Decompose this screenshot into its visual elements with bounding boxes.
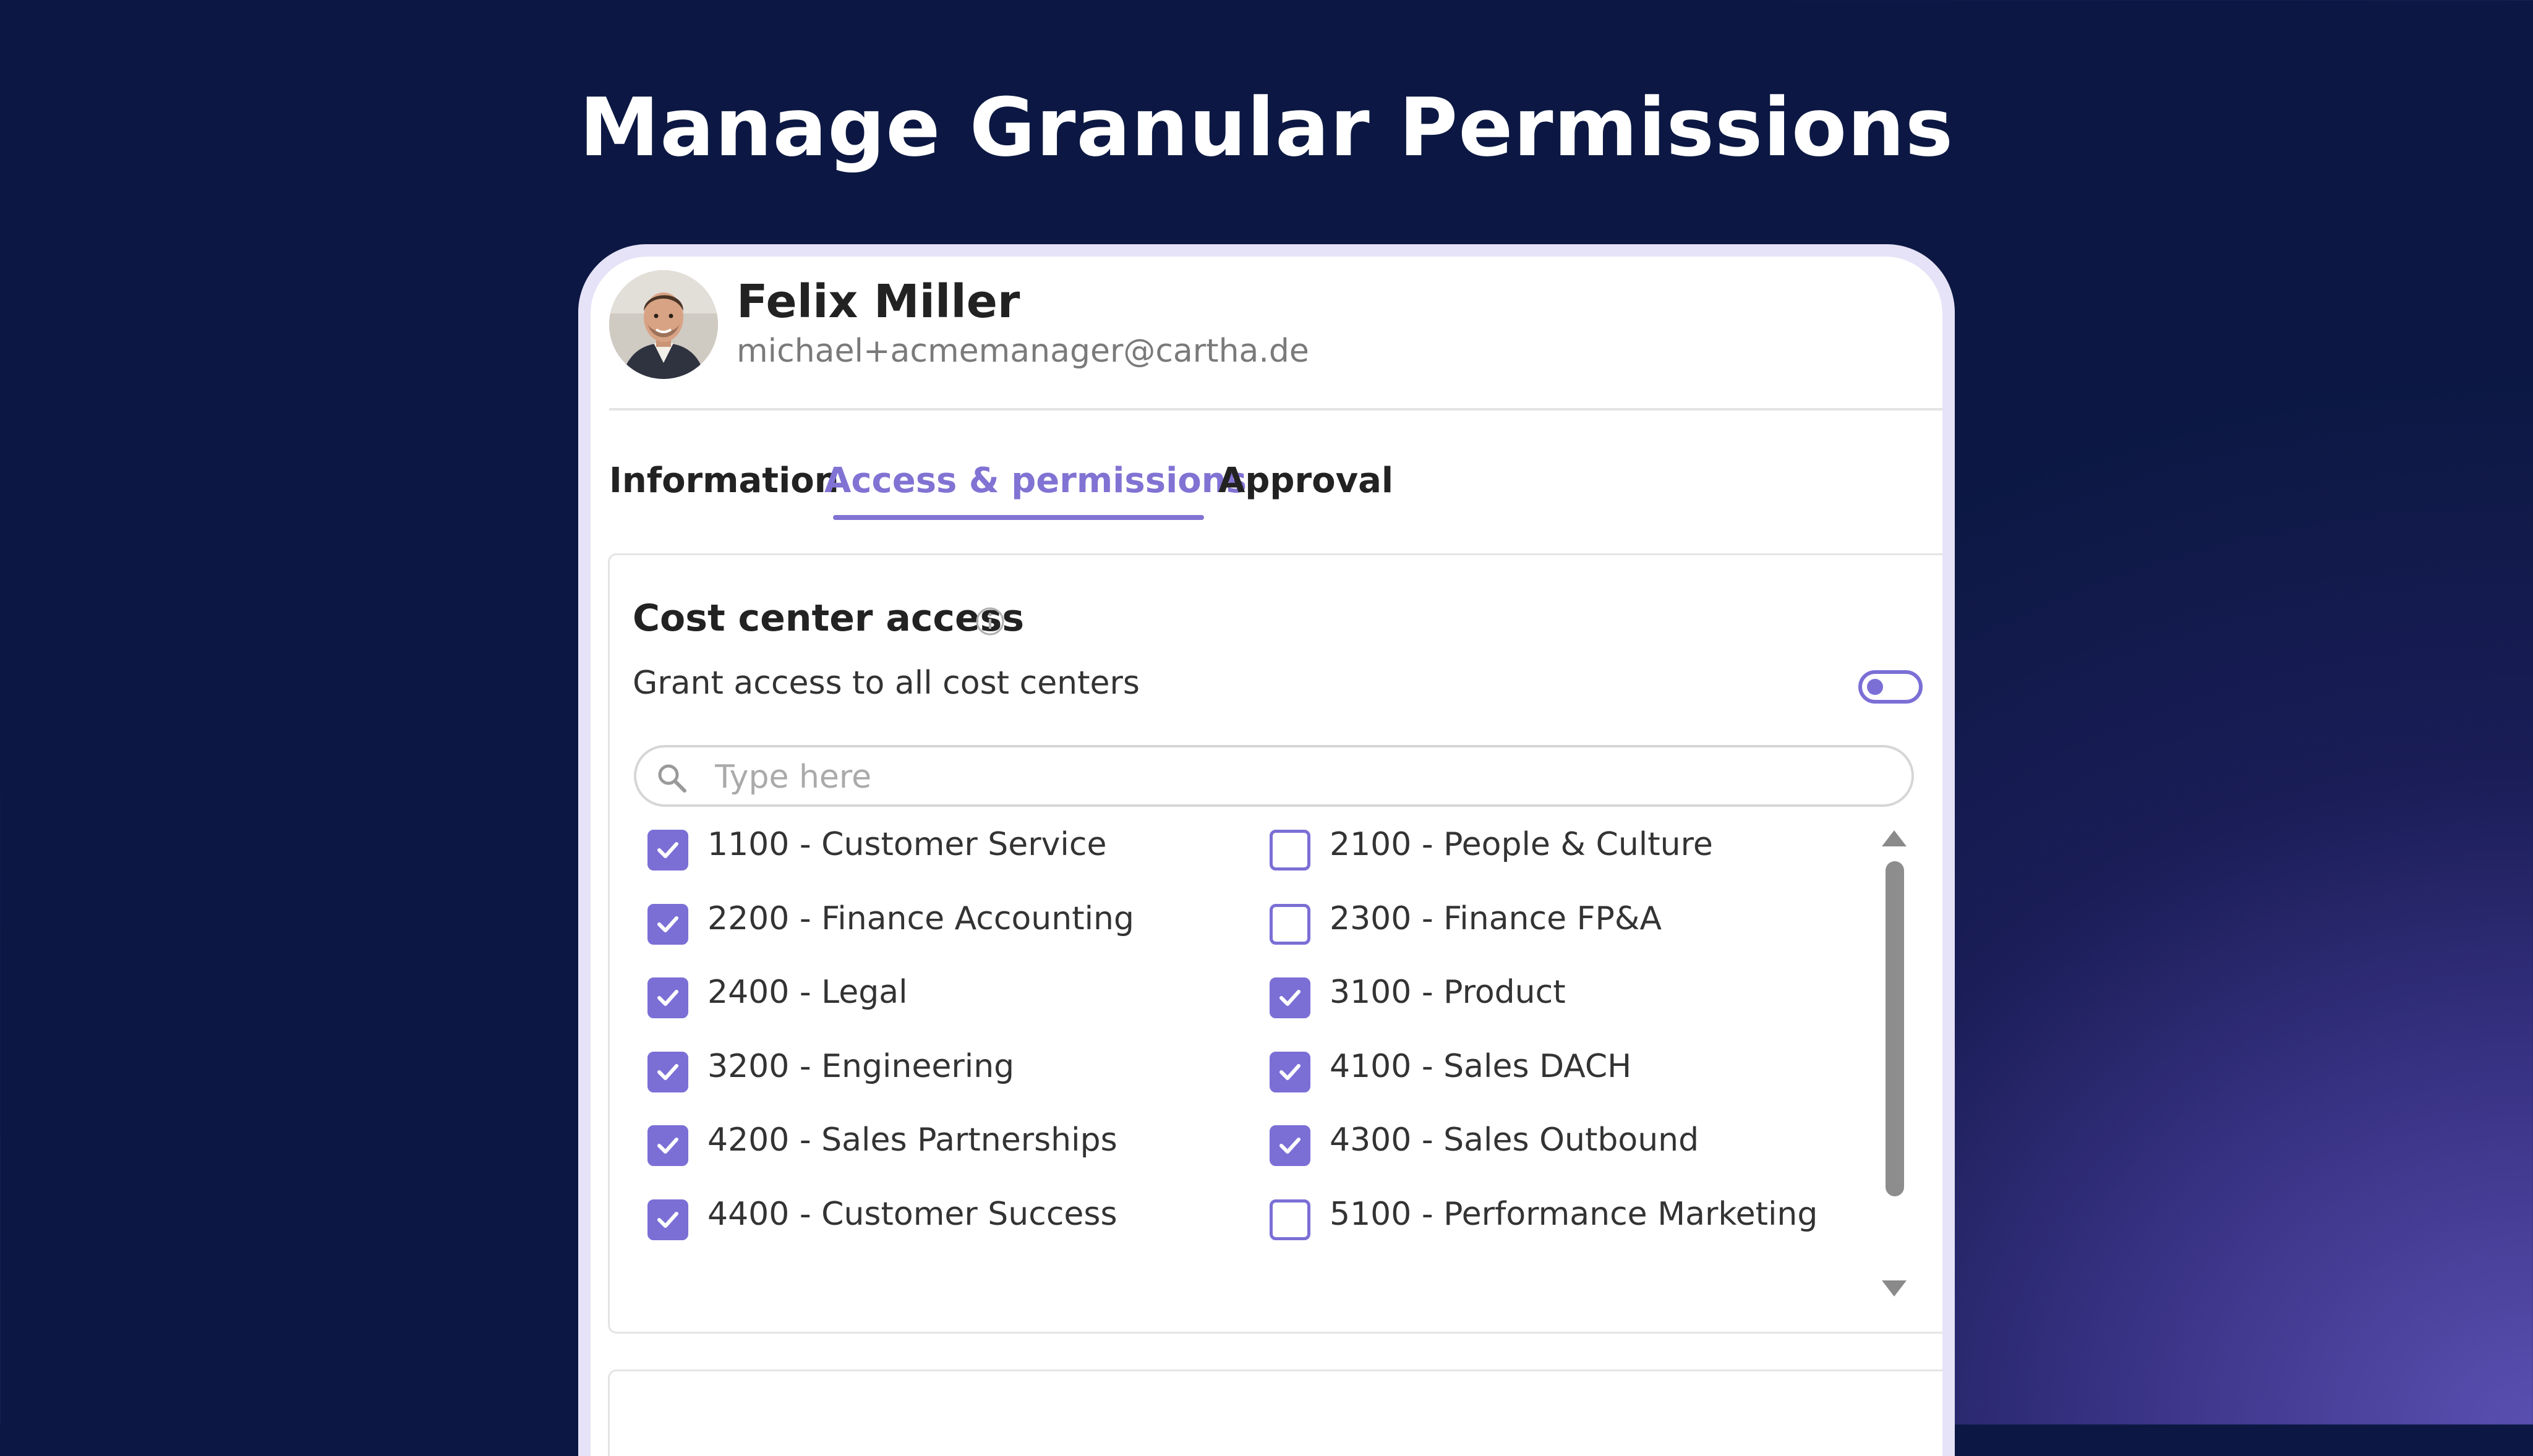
cost-center-label: 2100 - People & Culture — [1330, 826, 1713, 863]
cost-center-label: 3100 - Product — [1330, 974, 1566, 1011]
info-icon[interactable] — [975, 607, 1005, 636]
section-title: Cost center access — [633, 597, 1025, 640]
checkbox-unchecked-icon[interactable] — [1270, 1199, 1310, 1240]
active-tab-indicator — [833, 515, 1204, 520]
avatar — [609, 270, 718, 379]
person-avatar-image — [609, 270, 718, 379]
cost-center-label: 3200 - Engineering — [707, 1047, 1015, 1085]
scrollbar-thumb[interactable] — [1886, 861, 1904, 1196]
cost-center-label: 4400 - Customer Success — [707, 1195, 1117, 1233]
tab-information[interactable]: Information — [609, 461, 839, 501]
checkbox-unchecked-icon[interactable] — [1270, 903, 1310, 945]
cost-center-label: 4100 - Sales DACH — [1330, 1047, 1632, 1085]
user-name: Felix Miller — [737, 275, 1020, 328]
checkbox-checked-icon[interactable] — [647, 1125, 688, 1166]
cost-center-label: 1100 - Customer Service — [707, 826, 1107, 863]
cost-center-label: 2200 - Finance Accounting — [707, 900, 1134, 937]
search-icon — [658, 764, 686, 793]
checkbox-unchecked-icon[interactable] — [1270, 830, 1310, 871]
cost-center-label: 5100 - Performance Marketing — [1330, 1195, 1818, 1233]
checkbox-checked-icon[interactable] — [647, 903, 688, 945]
user-email: michael+acmemanager@cartha.de — [737, 333, 1309, 370]
cost-center-label: 4300 - Sales Outbound — [1330, 1122, 1699, 1159]
next-section-panel — [608, 1369, 1942, 1456]
scroll-up-arrow-icon[interactable] — [1882, 830, 1907, 846]
grant-all-toggle[interactable] — [1858, 670, 1923, 704]
checkbox-checked-icon[interactable] — [1270, 1051, 1310, 1092]
checkbox-checked-icon[interactable] — [647, 830, 688, 871]
scroll-down-arrow-icon[interactable] — [1882, 1280, 1907, 1296]
cost-center-label: 2300 - Finance FP&A — [1330, 900, 1662, 937]
header-divider — [609, 408, 1942, 411]
checkbox-checked-icon[interactable] — [647, 977, 688, 1018]
checkbox-checked-icon[interactable] — [647, 1051, 688, 1092]
user-permissions-card: Felix Miller michael+acmemanager@cartha.… — [591, 257, 1942, 1456]
cost-center-label: 2400 - Legal — [707, 974, 908, 1011]
page-headline: Manage Granular Permissions — [579, 80, 1954, 174]
toggle-knob — [1867, 679, 1883, 695]
grant-all-label: Grant access to all cost centers — [633, 665, 1140, 702]
checkbox-checked-icon[interactable] — [1270, 977, 1310, 1018]
tab-approval[interactable]: Approval — [1218, 461, 1393, 501]
tab-access-permissions[interactable]: Access & permissions — [824, 461, 1247, 501]
cost-center-list: 1100 - Customer Service 2100 - People & C… — [591, 822, 1902, 1255]
checkbox-checked-icon[interactable] — [647, 1199, 688, 1240]
cost-center-label: 4200 - Sales Partnerships — [707, 1122, 1117, 1159]
checkbox-checked-icon[interactable] — [1270, 1125, 1310, 1166]
search-input[interactable] — [714, 756, 1891, 798]
search-field[interactable] — [634, 745, 1914, 807]
